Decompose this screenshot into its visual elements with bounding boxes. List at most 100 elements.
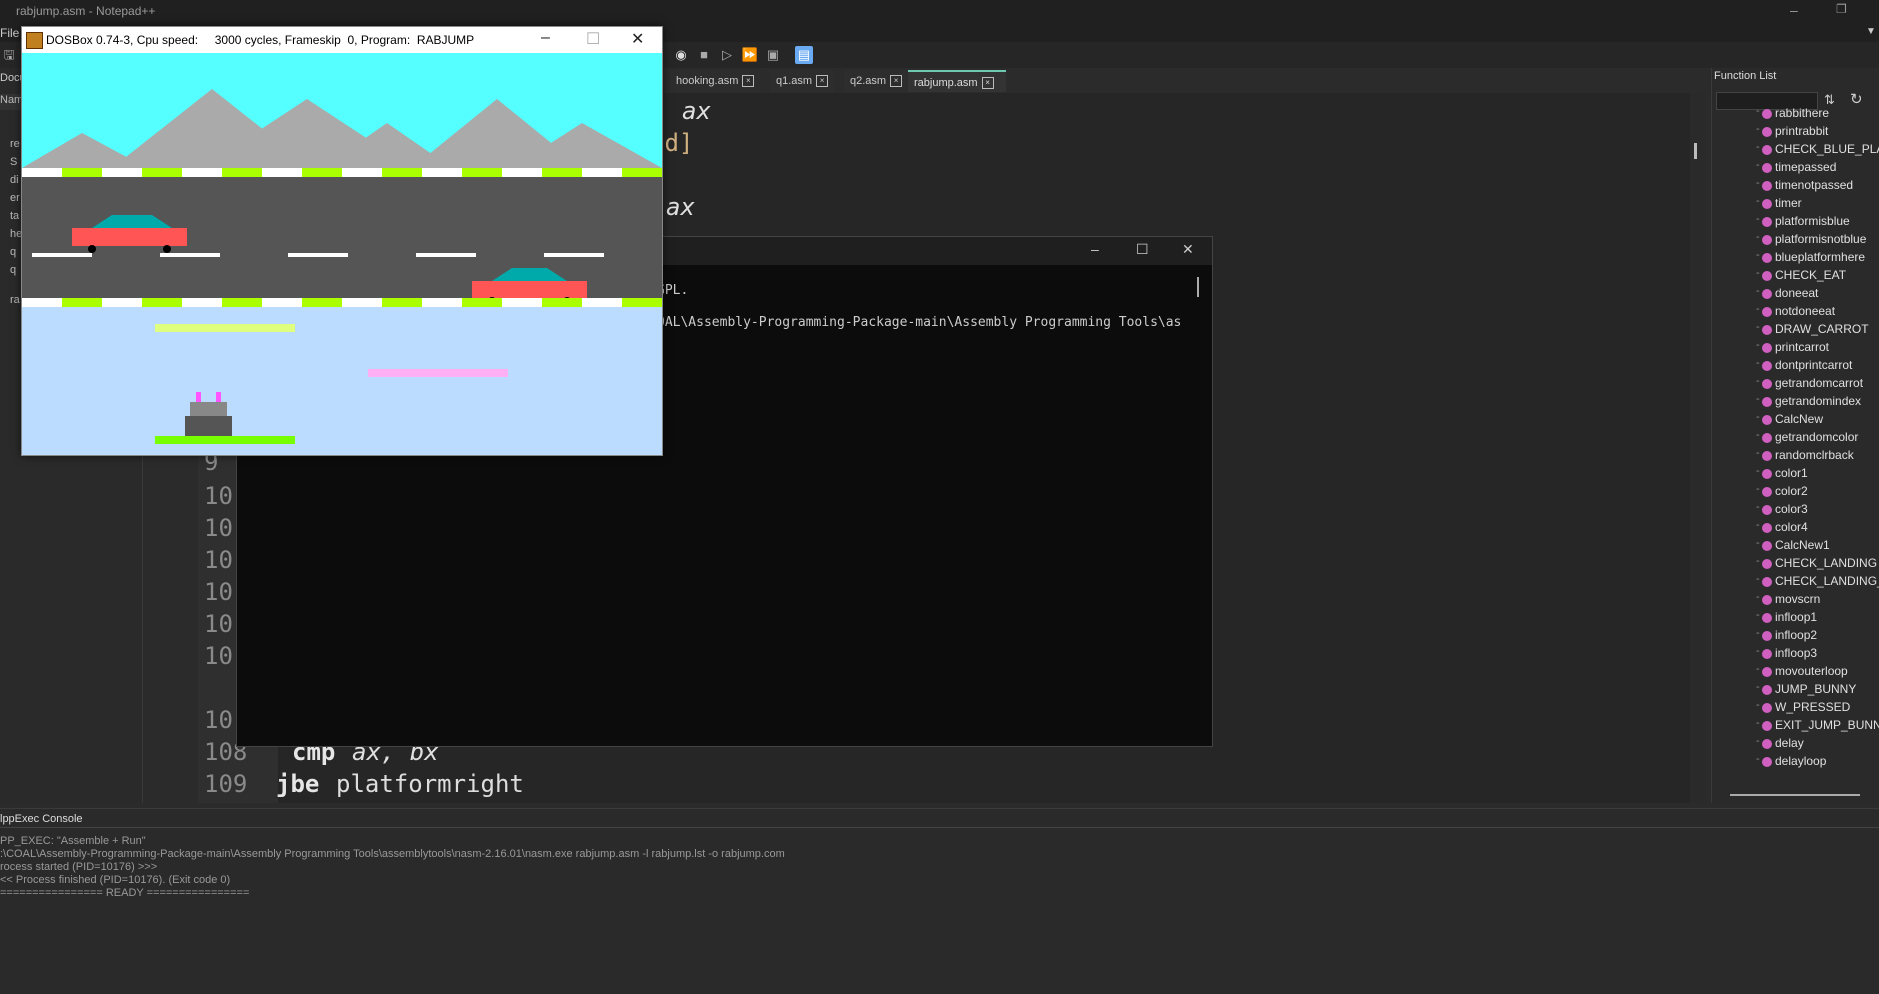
- horizontal-scrollbar[interactable]: [1730, 794, 1860, 796]
- tree-connector: -: [1756, 501, 1760, 513]
- close-icon[interactable]: ×: [742, 75, 755, 88]
- npp-window-title: rabjump.asm - Notepad++: [16, 4, 156, 18]
- close-icon[interactable]: ✕: [1182, 241, 1194, 258]
- list-item[interactable]: di: [10, 174, 19, 186]
- stripe-segment: [542, 168, 582, 177]
- restore-icon[interactable]: ❐: [1836, 2, 1847, 16]
- minimize-icon[interactable]: –: [1790, 2, 1798, 18]
- stop-macro-icon[interactable]: ■: [695, 46, 713, 64]
- close-icon[interactable]: ×: [981, 77, 994, 90]
- function-name: getrandomindex: [1775, 394, 1862, 408]
- function-icon: [1762, 361, 1772, 371]
- function-name: getrandomcolor: [1775, 430, 1859, 444]
- function-name: EXIT_JUMP_BUNNY: [1775, 718, 1879, 732]
- stripe-segment: [502, 298, 542, 307]
- tree-connector: -: [1756, 753, 1760, 765]
- function-name: CHECK_BLUE_PLATF: [1775, 142, 1879, 156]
- stripe-segment: [102, 298, 142, 307]
- line-number: 10: [204, 610, 233, 638]
- tree-connector: -: [1756, 141, 1760, 153]
- tree-connector: -: [1756, 645, 1760, 657]
- function-name: movscrn: [1775, 592, 1821, 606]
- function-icon: [1762, 451, 1772, 461]
- menu-file[interactable]: File: [0, 26, 19, 40]
- tab-q1[interactable]: q1.asm ×: [770, 70, 835, 92]
- function-icon: [1762, 109, 1772, 119]
- function-name: CalcNew1: [1775, 538, 1830, 552]
- stripe-segment: [262, 168, 302, 177]
- function-name: infloop1: [1775, 610, 1818, 624]
- function-name: platformisnotblue: [1775, 232, 1867, 246]
- save-macro-icon[interactable]: ▣: [764, 46, 782, 64]
- function-icon: [1762, 757, 1772, 767]
- lane-marking: [544, 253, 604, 257]
- chevron-down-icon[interactable]: ▼: [1866, 26, 1876, 37]
- function-icon: [1762, 415, 1772, 425]
- road-stripe-bottom: [22, 298, 662, 307]
- tree-connector: -: [1756, 213, 1760, 225]
- tree-connector: -: [1756, 483, 1760, 495]
- tab-rabjump[interactable]: rabjump.asm ×: [908, 70, 1006, 92]
- tree-connector: -: [1756, 267, 1760, 279]
- list-item[interactable]: q: [10, 264, 16, 276]
- tab-q2[interactable]: q2.asm ×: [844, 70, 909, 92]
- function-name: platformisblue: [1775, 214, 1850, 228]
- console-line: ================ READY ================: [0, 887, 250, 899]
- dosbox-window[interactable]: DOSBox 0.74-3, Cpu speed: 3000 cycles, F…: [21, 26, 663, 456]
- function-icon: [1762, 271, 1772, 281]
- stripe-segment: [142, 168, 182, 177]
- function-list-icon[interactable]: ▤: [795, 46, 813, 64]
- stripe-segment: [22, 298, 62, 307]
- run-multiple-macro-icon[interactable]: ⏩: [741, 46, 759, 64]
- close-icon[interactable]: ×: [890, 75, 903, 88]
- function-icon: [1762, 559, 1772, 569]
- dosbox-title-bar[interactable]: DOSBox 0.74-3, Cpu speed: 3000 cycles, F…: [22, 27, 662, 53]
- tree-connector: -: [1756, 321, 1760, 333]
- lane-marking: [416, 253, 476, 257]
- dosbox-title: DOSBox 0.74-3, Cpu speed: 3000 cycles, F…: [46, 33, 475, 47]
- line-number: 10: [204, 706, 233, 734]
- refresh-icon[interactable]: ↻: [1850, 90, 1863, 108]
- function-icon: [1762, 379, 1772, 389]
- code-args: platformright: [336, 770, 524, 798]
- list-item[interactable]: ra: [10, 294, 20, 306]
- close-icon[interactable]: ×: [816, 75, 829, 88]
- game-screen[interactable]: [22, 53, 662, 455]
- function-icon: [1762, 487, 1772, 497]
- cmd-scrollbar[interactable]: [1197, 277, 1199, 297]
- list-item[interactable]: re: [10, 138, 20, 150]
- maximize-icon[interactable]: ☐: [1136, 241, 1149, 258]
- tree-connector: -: [1756, 195, 1760, 207]
- list-item[interactable]: S: [10, 156, 17, 168]
- tree-connector: -: [1756, 159, 1760, 171]
- tree-connector: -: [1756, 663, 1760, 675]
- save-icon[interactable]: 🖫: [0, 46, 18, 64]
- function-icon: [1762, 289, 1772, 299]
- list-item[interactable]: q: [10, 246, 16, 258]
- tree-connector: -: [1756, 735, 1760, 747]
- play-macro-icon[interactable]: ▷: [718, 46, 736, 64]
- record-macro-icon[interactable]: ◉: [672, 46, 690, 64]
- stripe-segment: [382, 298, 422, 307]
- function-name: printcarrot: [1775, 340, 1830, 354]
- tab-label: q1.asm: [776, 75, 813, 87]
- function-icon: [1762, 595, 1772, 605]
- close-icon[interactable]: ✕: [631, 29, 644, 49]
- tab-hooking[interactable]: hooking.asm ×: [670, 70, 761, 92]
- tree-connector: -: [1756, 285, 1760, 297]
- maximize-icon[interactable]: ☐: [586, 29, 600, 49]
- editor-scrollbar[interactable]: [1690, 93, 1706, 803]
- minimize-icon[interactable]: –: [1091, 241, 1099, 257]
- scrollbar-thumb[interactable]: [1694, 143, 1697, 159]
- function-name: printrabbit: [1775, 124, 1829, 138]
- lane-marking: [32, 253, 92, 257]
- console-header: lppExec Console: [0, 813, 83, 825]
- divider: [0, 827, 1879, 828]
- list-item[interactable]: er: [10, 192, 20, 204]
- list-item[interactable]: ta: [10, 210, 19, 222]
- function-icon: [1762, 739, 1772, 749]
- function-name: color1: [1775, 466, 1808, 480]
- minimize-icon[interactable]: –: [541, 29, 550, 47]
- tree-connector: -: [1756, 393, 1760, 405]
- tree-connector: -: [1756, 609, 1760, 621]
